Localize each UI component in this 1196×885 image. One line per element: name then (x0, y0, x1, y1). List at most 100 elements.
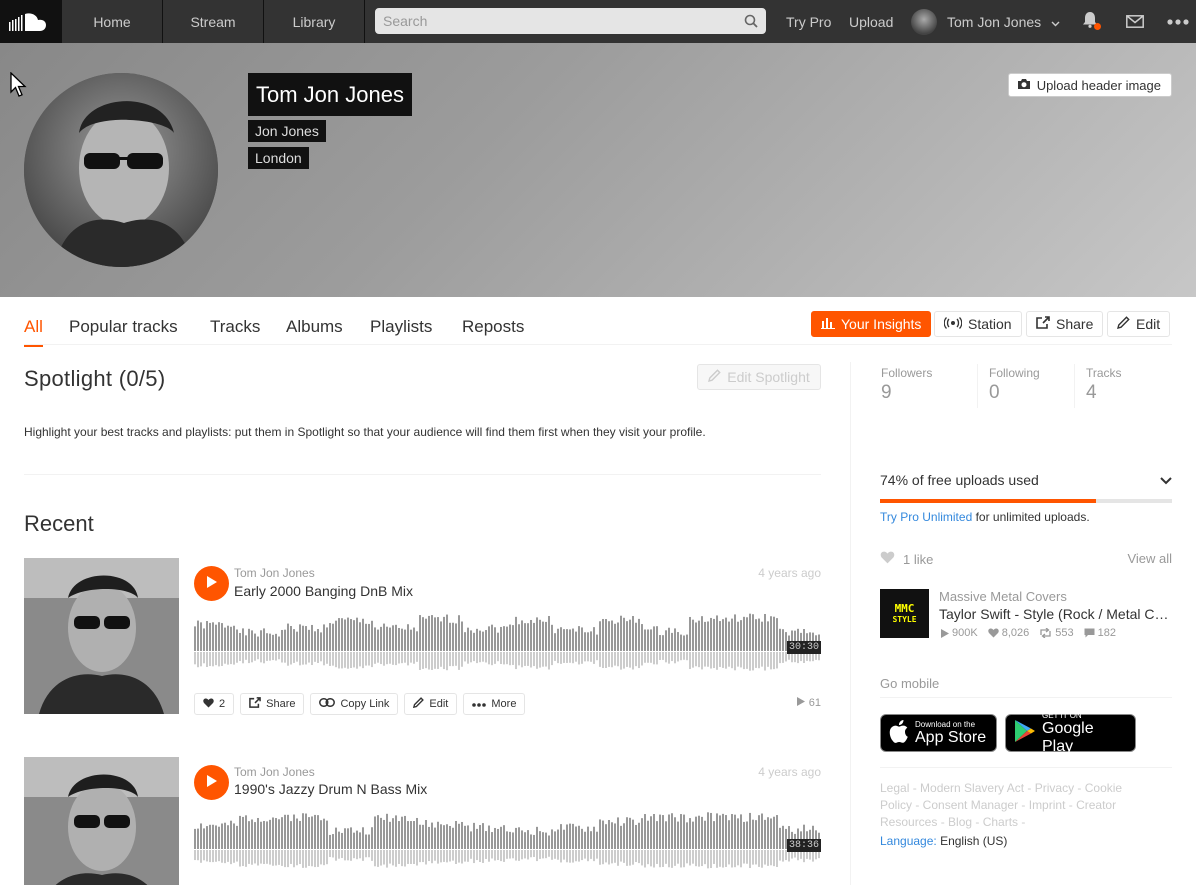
language-selector[interactable]: Language: English (US) (880, 834, 1007, 848)
try-pro-unlimited-link[interactable]: Try Pro Unlimited (880, 510, 972, 524)
waveform-bar-reflection (470, 652, 472, 663)
likes-stat[interactable]: 8,026 (987, 627, 1030, 639)
waveform-bar (479, 825, 481, 849)
profile-avatar[interactable] (24, 73, 218, 267)
app-store-badge[interactable]: Download on the App Store (880, 714, 997, 752)
tab-all[interactable]: All (24, 317, 43, 347)
tab-popular-tracks[interactable]: Popular tracks (69, 317, 178, 345)
footer-links[interactable]: Legal - Modern Slavery Act - Privacy - C… (880, 780, 1150, 831)
track-uploader[interactable]: Tom Jon Jones (234, 566, 315, 580)
reposts-stat[interactable]: 553 (1039, 627, 1074, 639)
waveform-bar (587, 826, 589, 849)
waveform-bar-reflection (683, 850, 685, 868)
liked-track-artwork[interactable]: MMC STYLE (880, 589, 929, 638)
chevron-down-icon[interactable] (1160, 472, 1172, 490)
track-age: 4 years ago (758, 765, 821, 779)
play-button[interactable] (194, 566, 229, 601)
edit-spotlight-button[interactable]: Edit Spotlight (697, 364, 821, 390)
your-insights-button[interactable]: Your Insights (811, 311, 932, 337)
waveform[interactable]: 38:36 (194, 809, 821, 869)
search-icon[interactable] (737, 14, 765, 28)
share-button[interactable]: Share (1026, 311, 1104, 337)
track-artwork[interactable] (24, 558, 179, 714)
waveform-bar-reflection (350, 850, 352, 861)
play-button[interactable] (194, 765, 229, 800)
waveform-bar (632, 819, 634, 849)
waveform-bar-reflection (686, 850, 688, 864)
edit-track-button[interactable]: Edit (404, 693, 458, 715)
liked-track-uploader[interactable]: Massive Metal Covers (939, 589, 1067, 604)
waveform-bar (473, 822, 475, 849)
waveform-bar-reflection (383, 850, 385, 865)
comments-stat[interactable]: 182 (1084, 627, 1116, 639)
share-button[interactable]: Share (240, 693, 305, 715)
track-title[interactable]: 1990's Jazzy Drum N Bass Mix (234, 781, 427, 797)
tab-albums[interactable]: Albums (286, 317, 343, 345)
waveform-bar-reflection (218, 652, 220, 667)
station-button[interactable]: Station (934, 311, 1022, 337)
waveform-bar (356, 830, 358, 849)
waveform[interactable]: 30:30 (194, 611, 821, 671)
waveform-bar (545, 832, 547, 849)
track-artwork[interactable] (24, 757, 179, 885)
nav-stream[interactable]: Stream (163, 0, 264, 43)
copy-link-button[interactable]: Copy Link (310, 693, 399, 715)
track-title[interactable]: Early 2000 Banging DnB Mix (234, 583, 413, 599)
upload-link[interactable]: Upload (849, 0, 893, 43)
waveform-bar-reflection (725, 652, 727, 669)
more-button[interactable]: More (463, 693, 526, 715)
tab-playlists[interactable]: Playlists (370, 317, 432, 345)
following-stat[interactable]: Following 0 (989, 366, 1040, 404)
waveform-bar-reflection (572, 652, 574, 664)
upload-header-image-button[interactable]: Upload header image (1007, 73, 1172, 97)
waveform-bar-reflection (497, 652, 499, 662)
user-menu[interactable]: Tom Jon Jones (911, 0, 1060, 43)
view-all-link[interactable]: View all (1127, 551, 1172, 567)
language-label: Language: (880, 834, 937, 848)
waveform-bar-reflection (230, 850, 232, 865)
waveform-bar (308, 817, 310, 849)
followers-stat[interactable]: Followers 9 (881, 366, 932, 404)
soundcloud-logo-icon[interactable] (0, 0, 62, 43)
track-uploader[interactable]: Tom Jon Jones (234, 765, 315, 779)
waveform-bar-reflection (428, 652, 430, 670)
mail-icon[interactable] (1126, 0, 1144, 43)
waveform-bar-reflection (260, 850, 262, 864)
try-pro-link[interactable]: Try Pro (786, 0, 831, 43)
waveform-bar (596, 831, 598, 849)
search-input[interactable] (376, 9, 737, 33)
waveform-bar (497, 632, 499, 651)
waveform-bar (386, 813, 388, 849)
nav-home[interactable]: Home (62, 0, 163, 43)
play-icon (796, 697, 805, 709)
waveform-bar (746, 821, 748, 849)
waveform-bar (665, 630, 667, 651)
liked-track-title[interactable]: Taylor Swift - Style (Rock / Metal Cover… (939, 606, 1169, 622)
waveform-bar (224, 627, 226, 651)
waveform-bar-reflection (194, 652, 196, 665)
waveform-bar-reflection (380, 652, 382, 665)
waveform-bar-reflection (206, 652, 208, 667)
like-button[interactable]: 2 (194, 693, 235, 715)
waveform-bar (428, 615, 430, 651)
likes-value: 8,026 (1001, 627, 1030, 639)
waveform-bar (656, 821, 658, 849)
profile-header: Tom Jon Jones Jon Jones London Upload he… (0, 43, 1196, 297)
waveform-bar (554, 633, 556, 651)
waveform-bar-reflection (200, 850, 202, 863)
tab-tracks[interactable]: Tracks (210, 317, 260, 345)
google-play-badge[interactable]: GET IT ON Google Play (1005, 711, 1136, 755)
play-icon (206, 774, 218, 791)
nav-library[interactable]: Library (264, 0, 365, 43)
likes-count[interactable]: 1 like (903, 552, 933, 567)
edit-profile-button[interactable]: Edit (1107, 311, 1171, 337)
tracks-stat[interactable]: Tracks 4 (1086, 366, 1122, 404)
waveform-bar (563, 629, 565, 651)
waveform-bar (224, 822, 226, 849)
waveform-bar-reflection (275, 850, 277, 866)
tab-reposts[interactable]: Reposts (462, 317, 524, 345)
waveform-bar (695, 622, 697, 651)
more-icon[interactable] (1167, 0, 1189, 43)
waveform-bar (389, 627, 391, 651)
bell-icon[interactable] (1082, 0, 1101, 43)
